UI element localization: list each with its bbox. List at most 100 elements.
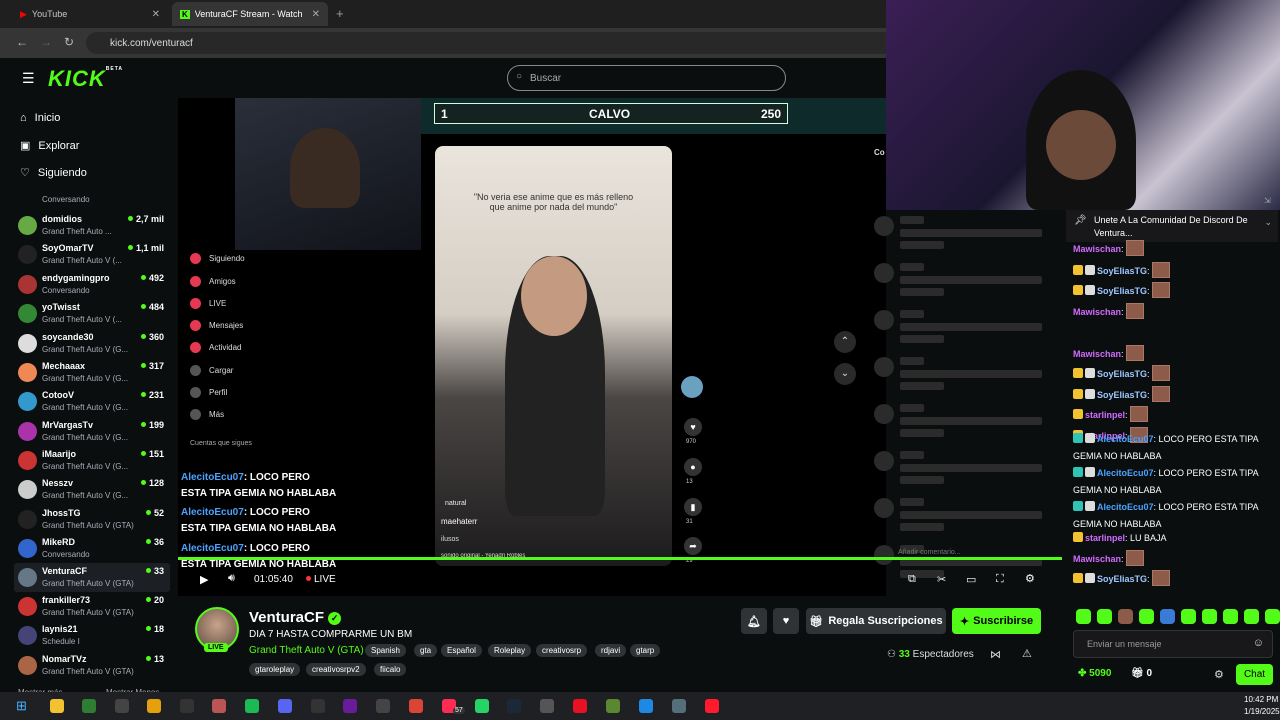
file-explorer-icon[interactable] bbox=[50, 699, 64, 713]
sidebar-channel[interactable]: SoyOmarTV Grand Theft Auto V (... 1,1 mil bbox=[14, 240, 170, 269]
forward-icon[interactable]: → bbox=[40, 35, 52, 49]
chat-username[interactable]: Mawischan bbox=[1073, 307, 1121, 317]
sidebar-channel[interactable]: endygamingpro Conversando 492 bbox=[14, 270, 170, 299]
chat-username[interactable]: SoyEliasTG bbox=[1097, 390, 1147, 400]
scroll-down-icon[interactable]: ⌄ bbox=[834, 363, 856, 385]
nav-explore[interactable]: ▣ Explorar bbox=[20, 139, 79, 153]
sidebar-channel[interactable]: domidios Grand Theft Auto ... 2,7 mil bbox=[14, 211, 170, 240]
sidebar-channel[interactable]: CotooV Grand Theft Auto V (G... 231 bbox=[14, 387, 170, 416]
chat-username[interactable]: SoyEliasTG bbox=[1097, 574, 1147, 584]
emote-icon[interactable] bbox=[1181, 609, 1196, 624]
spotify-icon[interactable] bbox=[245, 699, 259, 713]
emote-icon[interactable] bbox=[1223, 609, 1238, 624]
sidebar-channel[interactable]: Mechaaax Grand Theft Auto V (G... 317 bbox=[14, 358, 170, 387]
play-icon[interactable]: ▶ bbox=[200, 573, 208, 586]
tab-kick[interactable]: KVenturaCF Stream - Watch Live✕ bbox=[172, 2, 328, 26]
pip-icon[interactable]: ⧉ bbox=[908, 573, 916, 586]
tab-youtube[interactable]: ▶ YouTube ✕ bbox=[12, 2, 168, 26]
subscribe-button[interactable]: ✦ Suscribirse bbox=[952, 608, 1041, 634]
send-chat-button[interactable]: Chat bbox=[1236, 664, 1273, 685]
emote-icon[interactable] bbox=[1118, 609, 1133, 624]
tag-pill[interactable]: Español bbox=[441, 644, 482, 657]
nav-home[interactable]: ⌂ Inicio bbox=[20, 112, 60, 124]
reload-icon[interactable]: ↻ bbox=[64, 35, 74, 49]
search-input[interactable]: ○ Buscar bbox=[507, 65, 786, 91]
chat-username[interactable]: starlinpel bbox=[1085, 533, 1125, 543]
chat-username[interactable]: Mawischan bbox=[1073, 244, 1121, 254]
theater-icon[interactable]: ▭ bbox=[966, 573, 976, 586]
emote-icon[interactable] bbox=[1202, 609, 1217, 624]
opera-icon[interactable] bbox=[705, 699, 719, 713]
menu-icon[interactable]: ☰ bbox=[22, 70, 35, 87]
chat-username[interactable]: SoyEliasTG bbox=[1097, 266, 1147, 276]
sidebar-channel[interactable]: MikeRD Conversando 36 bbox=[14, 534, 170, 563]
terminal-icon[interactable] bbox=[82, 699, 96, 713]
settings-icon[interactable]: ⚙ bbox=[1025, 572, 1035, 585]
tag-pill[interactable]: gtarp bbox=[630, 644, 661, 657]
share-icon[interactable]: ⋈ bbox=[990, 648, 1001, 661]
sidebar-channel[interactable]: iMaarijo Grand Theft Auto V (G... 151 bbox=[14, 446, 170, 475]
chat-username[interactable]: Mawischan bbox=[1073, 349, 1121, 359]
tag-pill[interactable]: fiicalo bbox=[374, 663, 407, 676]
follow-heart-button[interactable]: ♥ bbox=[773, 608, 799, 634]
chat-collapse-icon[interactable]: ⇲ bbox=[1264, 196, 1271, 205]
close-tab-icon[interactable]: ✕ bbox=[152, 9, 160, 20]
discord-icon[interactable] bbox=[278, 699, 292, 713]
sidebar-channel[interactable]: frankiller73 Grand Theft Auto V (GTA) 20 bbox=[14, 592, 170, 621]
emote-icon[interactable] bbox=[1097, 609, 1112, 624]
app-icon[interactable] bbox=[376, 699, 390, 713]
pinned-message[interactable]: 📌︎ Unete A La Comunidad De Discord De Ve… bbox=[1066, 210, 1278, 242]
bell-icon[interactable]: 🔔︎ bbox=[741, 608, 767, 634]
app-icon[interactable] bbox=[180, 699, 194, 713]
minecraft-icon[interactable] bbox=[606, 699, 620, 713]
sidebar-channel[interactable]: VenturaCF Grand Theft Auto V (GTA) 33 bbox=[14, 563, 170, 592]
sidebar-channel[interactable]: JhossTG Grand Theft Auto V (GTA) 52 bbox=[14, 505, 170, 534]
plex-icon[interactable] bbox=[147, 699, 161, 713]
volume-icon[interactable]: 🔊︎ bbox=[228, 572, 235, 585]
chat-username[interactable]: AlecitoEcu07 bbox=[1097, 502, 1154, 512]
back-icon[interactable]: ← bbox=[16, 35, 28, 49]
chrome-icon[interactable] bbox=[409, 699, 423, 713]
tag-pill[interactable]: gtaroleplay bbox=[249, 663, 301, 676]
report-icon[interactable]: ⚠ bbox=[1022, 647, 1032, 660]
tag-pill[interactable]: Spanish bbox=[365, 644, 406, 657]
emote-icon[interactable] bbox=[1244, 609, 1259, 624]
sidebar-channel[interactable]: soycande30 Grand Theft Auto V (G... 360 bbox=[14, 329, 170, 358]
clip-icon[interactable]: ✂ bbox=[937, 573, 946, 586]
chat-username[interactable]: AlecitoEcu07 bbox=[1097, 468, 1154, 478]
app-icon[interactable] bbox=[672, 699, 686, 713]
tag-pill[interactable]: rdjavi bbox=[595, 644, 627, 657]
emote-icon[interactable] bbox=[1160, 609, 1175, 624]
emote-icon[interactable] bbox=[1139, 609, 1154, 624]
emoji-icon[interactable]: ☺ bbox=[1253, 637, 1264, 649]
sidebar-channel[interactable]: NomarTVz Grand Theft Auto V (GTA) 13 bbox=[14, 651, 170, 680]
game-icon[interactable] bbox=[212, 699, 226, 713]
chat-input[interactable]: Enviar un mensaje ☺ bbox=[1073, 630, 1273, 658]
sidebar-channel[interactable]: laynis21 Schedule I 18 bbox=[14, 621, 170, 650]
steam-icon[interactable] bbox=[507, 699, 521, 713]
scroll-up-icon[interactable]: ⌃ bbox=[834, 331, 856, 353]
new-tab-icon[interactable]: + bbox=[336, 6, 344, 21]
app-icon[interactable] bbox=[639, 699, 653, 713]
points-display[interactable]: ✤ 5090 bbox=[1078, 668, 1111, 679]
close-tab-icon[interactable]: ✕ bbox=[312, 9, 320, 20]
obs-icon[interactable] bbox=[115, 699, 129, 713]
whatsapp-icon[interactable] bbox=[475, 699, 489, 713]
fullscreen-icon[interactable]: ⛶ bbox=[996, 573, 1004, 586]
nav-following[interactable]: ♡ Siguiendo bbox=[20, 166, 87, 180]
chat-username[interactable]: SoyEliasTG bbox=[1097, 286, 1147, 296]
progress-bar[interactable] bbox=[178, 557, 1062, 560]
sidebar-channel[interactable]: MrVargasTv Grand Theft Auto V (G... 199 bbox=[14, 417, 170, 446]
url-input[interactable]: kick.com/venturacf bbox=[86, 32, 896, 54]
chat-username[interactable]: SoyEliasTG bbox=[1097, 369, 1147, 379]
gift-subs-button[interactable]: 🎁︎ Regala Suscripciones bbox=[806, 608, 946, 634]
sidebar-channel[interactable]: Nesszv Grand Theft Auto V (G... 128 bbox=[14, 475, 170, 504]
tag-pill[interactable]: Roleplay bbox=[488, 644, 532, 657]
tag-pill[interactable]: creativosrp bbox=[536, 644, 588, 657]
tag-pill[interactable]: creativosrpv2 bbox=[306, 663, 366, 676]
app-icon[interactable] bbox=[540, 699, 554, 713]
sidebar-channel[interactable]: yoTwisst Grand Theft Auto V (... 484 bbox=[14, 299, 170, 328]
chat-username[interactable]: Mawischan bbox=[1073, 554, 1121, 564]
windows-start-icon[interactable]: ⊞ bbox=[16, 698, 27, 714]
kick-logo[interactable]: KICKBETA bbox=[48, 66, 123, 92]
